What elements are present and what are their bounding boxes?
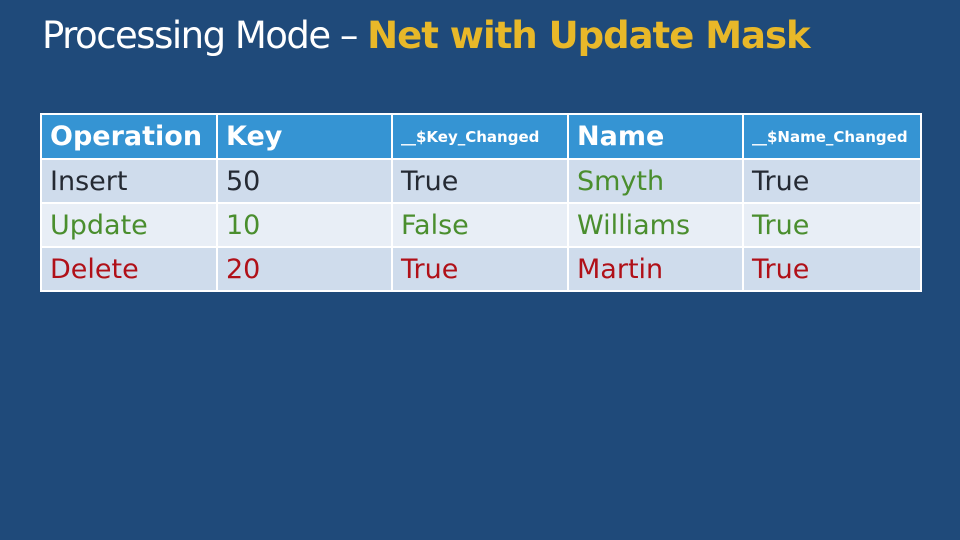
cell-operation: Update: [40, 202, 218, 248]
slide-title-prefix: Processing Mode –: [42, 14, 368, 57]
table-header-row: Operation Key __$Key_Changed Name __$Nam…: [40, 113, 922, 160]
table-row: Update 10 False Williams True: [40, 202, 922, 248]
table-row: Delete 20 True Martin True: [40, 246, 922, 292]
cell-operation: Delete: [40, 246, 218, 292]
cell-key: 20: [216, 246, 393, 292]
cell-name-changed: True: [742, 158, 922, 204]
cell-key-changed: True: [391, 158, 569, 204]
slide-title: Processing Mode – Net with Update Mask: [42, 14, 811, 57]
cell-name-changed: True: [742, 246, 922, 292]
cell-key-changed: True: [391, 246, 569, 292]
table-row: Insert 50 True Smyth True: [40, 158, 922, 204]
cell-name-changed: True: [742, 202, 922, 248]
header-key: Key: [216, 113, 393, 160]
cell-name: Martin: [567, 246, 744, 292]
cell-key-changed: False: [391, 202, 569, 248]
cell-name: Williams: [567, 202, 744, 248]
header-name-changed: __$Name_Changed: [742, 113, 922, 160]
cell-key: 50: [216, 158, 393, 204]
cell-key: 10: [216, 202, 393, 248]
cell-name: Smyth: [567, 158, 744, 204]
cdc-net-changes-table: Operation Key __$Key_Changed Name __$Nam…: [40, 113, 922, 292]
header-operation: Operation: [40, 113, 218, 160]
slide-title-accent: Net with Update Mask: [367, 14, 810, 57]
header-name: Name: [567, 113, 744, 160]
cell-operation: Insert: [40, 158, 218, 204]
header-key-changed: __$Key_Changed: [391, 113, 569, 160]
